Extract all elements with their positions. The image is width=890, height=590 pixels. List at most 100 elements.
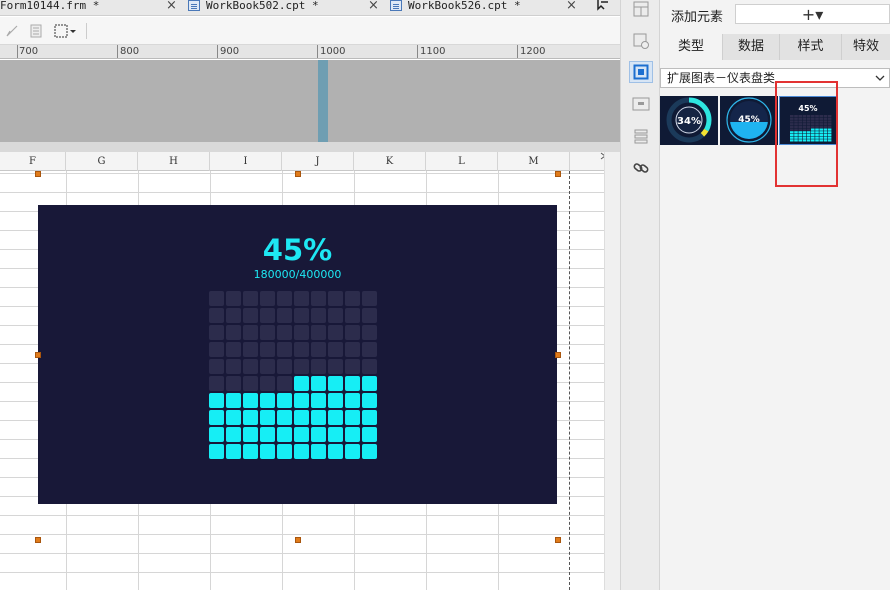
frame-icon[interactable] (629, 93, 653, 115)
column-header[interactable]: M (498, 152, 570, 171)
add-element-button[interactable]: +▾ (735, 4, 890, 24)
close-icon[interactable]: × (166, 0, 177, 13)
gauge-cell-filled (328, 376, 343, 391)
gauge-cell-filled (362, 410, 377, 425)
selected-category: 扩展图表－仪表盘类 (667, 71, 776, 85)
gauge-cell-empty (311, 359, 326, 374)
gauge-cell-filled (294, 444, 309, 459)
gauge-cell-filled (226, 444, 241, 459)
gauge-cell-empty (260, 325, 275, 340)
ruler-tick (17, 45, 18, 58)
thumbnail-label: 45% (738, 115, 760, 125)
gauge-cell-empty (209, 376, 224, 391)
column-header[interactable]: K (354, 152, 426, 171)
gauge-cell-filled (243, 427, 258, 442)
gauge-cell-filled (226, 393, 241, 408)
gauge-cell-empty (294, 342, 309, 357)
vertical-scrollbar[interactable] (604, 152, 620, 590)
form-layout-area[interactable] (0, 60, 620, 142)
gauge-cell-empty (260, 342, 275, 357)
column-header[interactable]: F (0, 152, 66, 171)
gauge-cell-empty (294, 359, 309, 374)
gauge-chart-widget[interactable]: 45% 180000/400000 (38, 205, 557, 504)
gauge-cell-empty (243, 308, 258, 323)
spreadsheet-area[interactable]: 45% 180000/400000 (0, 171, 604, 590)
resize-handle[interactable] (555, 352, 561, 358)
tab-form10144[interactable]: Form10144.frm * (0, 0, 99, 16)
gauge-cell-filled (243, 444, 258, 459)
tab-type[interactable]: 类型 (660, 34, 723, 60)
column-header[interactable]: I (210, 152, 282, 171)
tab-data[interactable]: 数据 (723, 34, 780, 60)
row-gridline (0, 192, 604, 193)
gauge-cell-empty (243, 291, 258, 306)
gauge-cell-empty (260, 376, 275, 391)
gauge-percent-label: 45% (262, 233, 333, 267)
gauge-cell-empty (277, 325, 292, 340)
gauge-cell-empty (311, 342, 326, 357)
ruler-label: 900 (220, 46, 240, 57)
resize-handle[interactable] (35, 537, 41, 543)
column-header[interactable]: J (282, 152, 354, 171)
gauge-cell-empty (328, 325, 343, 340)
row-gridline (0, 572, 604, 573)
gauge-cell-empty (294, 325, 309, 340)
gauge-cell-filled (243, 393, 258, 408)
column-header[interactable]: H (138, 152, 210, 171)
column-header[interactable]: G (66, 152, 138, 171)
gauge-cell-filled (345, 393, 360, 408)
side-icon-strip (620, 0, 660, 590)
gauge-cell-filled (226, 410, 241, 425)
gauge-cell-filled (345, 376, 360, 391)
gauge-ratio-label: 180000/400000 (253, 268, 342, 281)
tab-list-menu-icon[interactable] (595, 0, 615, 13)
resize-handle[interactable] (555, 171, 561, 177)
resize-handle[interactable] (35, 352, 41, 358)
tab-style[interactable]: 样式 (780, 34, 842, 60)
list-icon[interactable] (629, 125, 653, 147)
close-icon[interactable]: × (566, 0, 577, 13)
gauge-cell-empty (328, 342, 343, 357)
resize-handle[interactable] (555, 537, 561, 543)
gauge-cell-empty (226, 325, 241, 340)
tab-workbook526[interactable]: WorkBook526.cpt * (390, 0, 521, 16)
gauge-cell-empty (362, 291, 377, 306)
layout-position-marker[interactable] (318, 60, 328, 142)
gauge-cell-empty (345, 359, 360, 374)
tab-label: WorkBook502.cpt * (206, 0, 319, 12)
gauge-cell-empty (345, 308, 360, 323)
gauge-cell-filled (311, 444, 326, 459)
column-header[interactable]: L (426, 152, 498, 171)
tab-label: Form10144.frm * (0, 0, 100, 12)
chart-type-icon[interactable] (629, 61, 653, 83)
page-break-line (569, 171, 570, 590)
ruler-label: 700 (19, 46, 39, 57)
close-icon[interactable]: × (368, 0, 379, 13)
layout-icon[interactable] (629, 0, 653, 20)
document-icon[interactable] (28, 22, 44, 40)
gauge-cell-empty (209, 342, 224, 357)
resize-handle[interactable] (35, 171, 41, 177)
link-icon[interactable] (629, 157, 653, 179)
widget-settings-icon[interactable] (629, 30, 653, 52)
ruler-label: 1000 (320, 46, 346, 57)
thumbnail-liquid-gauge[interactable]: 45% (720, 96, 778, 145)
gauge-cell-filled (260, 444, 275, 459)
tab-effects[interactable]: 特效 (842, 34, 890, 60)
ruler-tick (517, 45, 518, 58)
ruler-label: 800 (120, 46, 140, 57)
gauge-cell-filled (294, 393, 309, 408)
tab-label: WorkBook526.cpt * (408, 0, 521, 12)
thumbnail-ring-gauge[interactable]: 34% (660, 96, 718, 145)
highlight-annotation-box (775, 81, 838, 187)
gauge-cell-empty (277, 308, 292, 323)
thumbnail-label: 34% (677, 116, 701, 127)
gauge-cell-filled (226, 427, 241, 442)
gauge-cell-filled (362, 427, 377, 442)
resize-handle[interactable] (295, 171, 301, 177)
pointer-icon[interactable] (4, 22, 20, 40)
resize-handle[interactable] (295, 537, 301, 543)
border-dropdown-icon[interactable] (54, 22, 78, 40)
ruler-tick (117, 45, 118, 58)
tab-workbook502[interactable]: WorkBook502.cpt * (188, 0, 319, 16)
